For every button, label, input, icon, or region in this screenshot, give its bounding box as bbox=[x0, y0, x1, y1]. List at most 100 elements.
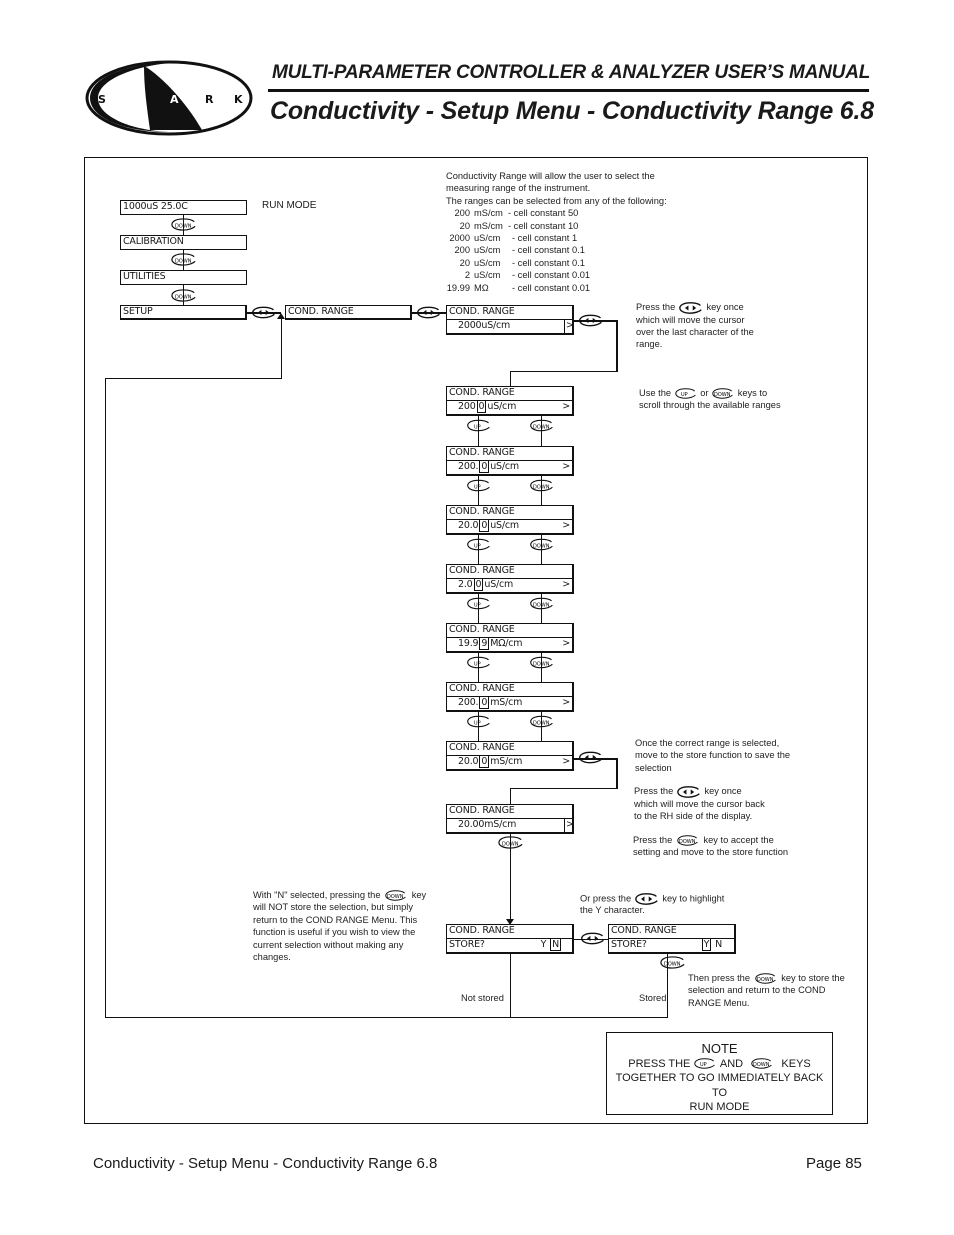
note-text: PRESS THE bbox=[628, 1057, 691, 1070]
range-value: 2000 bbox=[449, 233, 470, 244]
cond-range-display-scroll: COND. RANGE 200. 0 mS/cm > bbox=[446, 682, 574, 712]
left-right-key-icon bbox=[676, 786, 702, 798]
down-key-icon[interactable]: DOWN bbox=[529, 538, 555, 551]
note-text: key bbox=[411, 890, 427, 900]
store-option-y-selected[interactable]: Y bbox=[701, 938, 712, 951]
store-option-y[interactable]: Y bbox=[541, 939, 547, 950]
down-key-label: DOWN bbox=[714, 392, 731, 398]
up-key-icon[interactable]: UP bbox=[466, 656, 492, 669]
up-key-label: UP bbox=[474, 662, 481, 668]
display-title: COND. RANGE bbox=[447, 925, 572, 939]
note-text: which will move the cursor back bbox=[634, 798, 765, 809]
left-right-key-icon[interactable] bbox=[580, 932, 606, 945]
note-text: Or press the bbox=[580, 893, 632, 904]
up-key-icon[interactable]: UP bbox=[466, 419, 492, 432]
note-press-down-accept: Press the DOWN key to accept the setting… bbox=[633, 834, 788, 859]
left-right-key-icon[interactable] bbox=[578, 314, 604, 327]
range-desc: - cell constant 0.1 bbox=[512, 257, 585, 268]
note-text: Press the bbox=[633, 835, 673, 845]
range-desc: - cell constant 0.01 bbox=[512, 270, 591, 281]
up-key-icon[interactable]: UP bbox=[466, 597, 492, 610]
display-cursor-digit: 0 bbox=[479, 755, 490, 768]
store-option-n-selected[interactable]: N bbox=[550, 938, 561, 951]
note-then-press-down: Then press the DOWN key to store the sel… bbox=[688, 972, 845, 1009]
note-text: selection bbox=[635, 762, 672, 773]
down-key-icon[interactable]: DOWN bbox=[529, 479, 555, 492]
note-text: With "N" selected, pressing the bbox=[253, 890, 381, 900]
down-key-label: DOWN bbox=[753, 1062, 770, 1068]
note-text: or bbox=[700, 388, 709, 398]
note-text: Then press the bbox=[688, 973, 751, 983]
display-title: COND. RANGE bbox=[447, 506, 572, 520]
down-key-icon[interactable]: DOWN bbox=[659, 956, 687, 969]
note-text: Press the bbox=[636, 302, 676, 312]
range-unit: mS/cm bbox=[474, 208, 503, 219]
note-text: key to highlight bbox=[662, 893, 725, 904]
down-key-label: DOWN bbox=[533, 485, 550, 491]
note-text: key to accept the bbox=[703, 835, 774, 845]
note-text: key once bbox=[704, 786, 742, 796]
display-title: COND. RANGE bbox=[447, 683, 572, 697]
note-box: NOTE PRESS THE UP AND DOWN KEYS TOGETHER… bbox=[606, 1032, 833, 1115]
cursor-arrow: > bbox=[562, 520, 570, 531]
page-title: Conductivity - Setup Menu - Conductivity… bbox=[270, 97, 874, 125]
store-option-n[interactable]: N bbox=[715, 939, 722, 950]
display-value-prefix: 20.0 bbox=[458, 520, 479, 531]
range-desc: - cell constant 50 bbox=[508, 208, 579, 219]
range-option: 200 mS/cm - cell constant 50 bbox=[446, 207, 667, 219]
up-key-icon[interactable]: UP bbox=[466, 538, 492, 551]
up-key-label: UP bbox=[474, 603, 481, 609]
note-text: Once the correct range is selected, bbox=[635, 738, 780, 748]
down-key-icon: DOWN bbox=[711, 388, 735, 399]
cursor-arrow: > bbox=[562, 401, 570, 412]
left-right-key-icon[interactable] bbox=[578, 751, 604, 764]
range-desc: - cell constant 10 bbox=[508, 220, 579, 231]
arrow-up-icon bbox=[277, 313, 285, 319]
note-text: RUN MODE bbox=[689, 1101, 750, 1113]
down-key-label: DOWN bbox=[175, 224, 192, 230]
svg-text:K: K bbox=[234, 93, 243, 106]
up-key-icon: UP bbox=[674, 388, 698, 399]
display-title: COND. RANGE bbox=[447, 447, 572, 461]
page-number: Page 85 bbox=[806, 1155, 862, 1172]
left-right-key-icon[interactable] bbox=[251, 306, 277, 319]
cond-range-menu-item[interactable]: COND. RANGE bbox=[285, 305, 412, 320]
display-title: COND. RANGE bbox=[447, 624, 572, 638]
down-key-label: DOWN bbox=[533, 603, 550, 609]
store-display-y-selected: COND. RANGE STORE? Y N bbox=[608, 924, 736, 954]
down-key-icon: DOWN bbox=[383, 890, 409, 901]
header-divider bbox=[268, 89, 869, 92]
display-cursor-digit: 0 bbox=[479, 519, 490, 532]
intro-line: The ranges can be selected from any of t… bbox=[446, 195, 667, 206]
note-text: move to the store function to save the bbox=[635, 750, 791, 761]
display-value: 20.00mS/cm bbox=[458, 819, 517, 830]
down-key-icon[interactable]: DOWN bbox=[529, 419, 555, 432]
left-right-key-icon[interactable] bbox=[416, 306, 442, 319]
note-press-lr-once: Press the key once which will move the c… bbox=[636, 301, 754, 351]
down-key-icon[interactable]: DOWN bbox=[497, 836, 525, 849]
utilities-menu-item[interactable]: UTILITIES bbox=[120, 270, 247, 285]
down-key-icon[interactable]: DOWN bbox=[529, 715, 555, 728]
note-text: to the RH side of the display. bbox=[634, 810, 753, 821]
down-key-icon: DOWN bbox=[749, 1058, 775, 1069]
down-key-icon[interactable]: DOWN bbox=[529, 597, 555, 610]
intro-line: measuring range of the instrument. bbox=[446, 183, 591, 194]
down-key-label: DOWN bbox=[533, 662, 550, 668]
cond-range-display-scroll: COND. RANGE 200. 0 uS/cm > bbox=[446, 446, 574, 476]
note-text: current selection without making any bbox=[253, 939, 404, 950]
down-key-icon[interactable]: DOWN bbox=[170, 218, 198, 231]
setup-menu-item[interactable]: SETUP bbox=[120, 305, 247, 320]
up-key-icon[interactable]: UP bbox=[466, 479, 492, 492]
down-key-icon[interactable]: DOWN bbox=[170, 253, 198, 266]
calibration-menu-item[interactable]: CALIBRATION bbox=[120, 235, 247, 250]
range-unit: mS/cm bbox=[474, 220, 503, 231]
down-key-icon[interactable]: DOWN bbox=[170, 289, 198, 302]
up-key-icon[interactable]: UP bbox=[466, 715, 492, 728]
footer-section-title: Conductivity - Setup Menu - Conductivity… bbox=[93, 1155, 438, 1172]
down-key-icon[interactable]: DOWN bbox=[529, 656, 555, 669]
note-text: RANGE Menu. bbox=[688, 997, 750, 1008]
range-unit: uS/cm bbox=[474, 270, 501, 281]
note-text: key to store the bbox=[781, 973, 845, 983]
intro-text: Conductivity Range will allow the user t… bbox=[446, 170, 667, 294]
display-title: COND. RANGE bbox=[447, 306, 572, 320]
